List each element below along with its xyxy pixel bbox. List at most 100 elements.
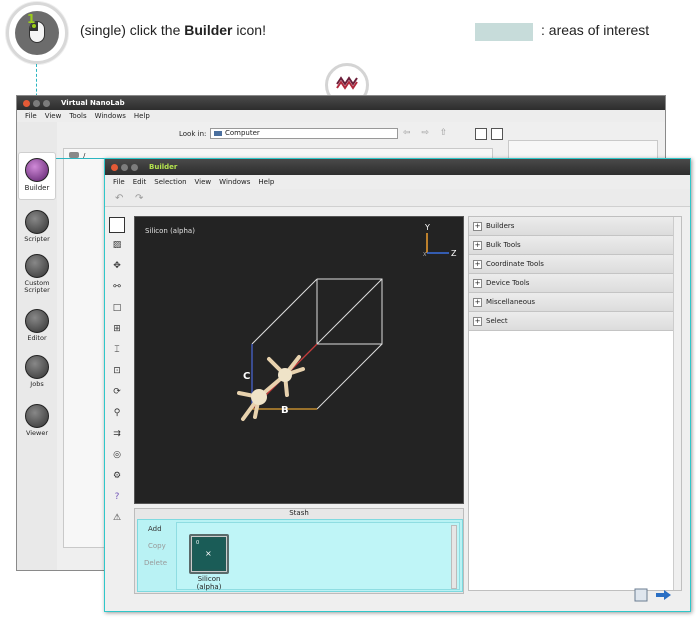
- step-badge-inner: [15, 11, 59, 55]
- cell-icon[interactable]: □: [109, 300, 125, 316]
- scripter-icon: [25, 210, 49, 234]
- main-window-title: Virtual NanoLab: [61, 99, 125, 107]
- panel-device-tools[interactable]: Device Tools: [469, 274, 681, 293]
- close-icon[interactable]: [23, 99, 30, 107]
- panel-coordinate-tools[interactable]: Coordinate Tools: [469, 255, 681, 274]
- stash-item-label-line1: Silicon: [197, 575, 221, 583]
- sidebar-item-jobs[interactable]: Jobs: [17, 355, 57, 388]
- sidebar-item-label: Editor: [27, 334, 47, 342]
- send-arrow-icon[interactable]: [656, 590, 671, 600]
- stash-delete-button[interactable]: Delete: [144, 559, 167, 567]
- list-view-icon[interactable]: [491, 128, 503, 140]
- builder-menubar: File Edit Selection View Windows Help: [105, 175, 690, 189]
- stash-panel: Stash Add Copy Delete 0 × Silicon (alpha…: [134, 508, 464, 594]
- sidebar-item-custom-scripter[interactable]: Custom Scripter: [17, 254, 57, 294]
- atom-si-2: [278, 368, 292, 382]
- sidebar-item-label: Custom Scripter: [24, 279, 50, 294]
- help-icon[interactable]: ?: [109, 489, 125, 505]
- sidebar-item-label: Scripter: [24, 235, 50, 243]
- rotate-icon[interactable]: ⟳: [109, 384, 125, 400]
- stash-title: Stash: [289, 509, 309, 517]
- menu-view[interactable]: View: [195, 178, 212, 186]
- sidebar-item-label: Jobs: [30, 380, 44, 388]
- atom-icon[interactable]: ⊡: [109, 363, 125, 379]
- select-box-icon[interactable]: [109, 217, 125, 233]
- nav-buttons[interactable]: ⇦ ⇨ ⇧: [403, 128, 451, 138]
- jobs-icon: [25, 355, 49, 379]
- stash-thumbnail: 0 ×: [194, 539, 224, 569]
- crystal-structure-view: Y Z X C B: [237, 223, 457, 421]
- menu-help[interactable]: Help: [134, 112, 150, 120]
- sidebar-item-builder[interactable]: Builder: [18, 152, 56, 200]
- legend-text: : areas of interest: [541, 22, 650, 38]
- look-in-label: Look in:: [179, 130, 207, 138]
- menu-windows[interactable]: Windows: [219, 178, 250, 186]
- instruction-prefix: (single) click the: [80, 22, 185, 38]
- sidebar-item-viewer[interactable]: Viewer: [17, 404, 57, 437]
- menu-edit[interactable]: Edit: [133, 178, 147, 186]
- tools-panel-scrollbar[interactable]: [673, 217, 681, 590]
- close-icon[interactable]: [111, 163, 118, 171]
- stash-item-index: 0: [196, 540, 200, 546]
- align-icon[interactable]: ⊞: [109, 321, 125, 337]
- bucket-icon[interactable]: ◎: [109, 447, 125, 463]
- sidebar-item-editor[interactable]: Editor: [17, 309, 57, 342]
- menu-windows[interactable]: Windows: [95, 112, 126, 120]
- menu-file[interactable]: File: [113, 178, 125, 186]
- bonds: [237, 355, 305, 421]
- stash-scrollbar[interactable]: [451, 525, 457, 589]
- stash-copy-button[interactable]: Copy: [148, 542, 166, 550]
- save-icon[interactable]: [634, 588, 648, 602]
- c-label: C: [243, 371, 250, 382]
- molecule-thumbnail-icon: ×: [205, 549, 212, 558]
- quantumatk-logo-icon: [336, 76, 358, 90]
- builder-title: Builder: [149, 163, 178, 171]
- menu-view[interactable]: View: [45, 112, 62, 120]
- instruction-suffix: icon!: [232, 22, 266, 38]
- legend-swatch: [475, 23, 533, 41]
- menu-selection[interactable]: Selection: [154, 178, 186, 186]
- redo-icon[interactable]: ↷: [135, 193, 143, 204]
- stash-add-button[interactable]: Add: [148, 525, 162, 533]
- menu-help[interactable]: Help: [258, 178, 274, 186]
- axes-icon[interactable]: ⚠: [109, 510, 125, 526]
- move-icon[interactable]: ✥: [109, 258, 125, 274]
- menu-tools[interactable]: Tools: [69, 112, 86, 120]
- bond-icon[interactable]: ⚯: [109, 279, 125, 295]
- panel-bulk-tools[interactable]: Bulk Tools: [469, 236, 681, 255]
- stash-item-silicon[interactable]: 0 ×: [189, 534, 229, 574]
- stash-item-label: Silicon (alpha): [185, 575, 233, 591]
- stash-list: 0 × Silicon (alpha): [176, 522, 460, 591]
- settings-icon[interactable]: ⚙: [109, 468, 125, 484]
- maximize-icon[interactable]: [131, 163, 138, 171]
- custom-scripter-icon: [25, 254, 49, 278]
- maximize-icon[interactable]: [43, 99, 50, 107]
- panel-miscellaneous[interactable]: Miscellaneous: [469, 293, 681, 312]
- instruction-text: (single) click the Builder icon!: [80, 22, 266, 38]
- structure-viewport[interactable]: Silicon (alpha) Y Z X C B: [134, 216, 464, 504]
- undo-icon[interactable]: ↶: [115, 193, 123, 204]
- builder-titlebar: Builder: [105, 159, 690, 175]
- menu-file[interactable]: File: [25, 112, 37, 120]
- lasso-icon[interactable]: ▨: [109, 237, 125, 253]
- sidebar-item-scripter[interactable]: Scripter: [17, 210, 57, 243]
- z-axis-label: Z: [451, 249, 457, 258]
- grid-view-icon[interactable]: [475, 128, 487, 140]
- status-icons: [634, 588, 674, 604]
- measure-icon[interactable]: ⌶: [109, 342, 125, 358]
- minimize-icon[interactable]: [33, 99, 40, 107]
- atom-si-1: [251, 389, 267, 405]
- panel-select[interactable]: Select: [469, 312, 681, 331]
- minimize-icon[interactable]: [121, 163, 128, 171]
- main-menubar: File View Tools Windows Help: [17, 110, 665, 122]
- molecule-icon[interactable]: ⚲: [109, 405, 125, 421]
- transfer-icon[interactable]: ⇉: [109, 426, 125, 442]
- sidebar-item-label: Viewer: [25, 429, 49, 437]
- editor-icon: [25, 309, 49, 333]
- step-badge: 1: [6, 2, 68, 64]
- builder-window: Builder File Edit Selection View Windows…: [104, 158, 691, 612]
- panel-builders[interactable]: Builders: [469, 217, 681, 236]
- viewer-icon: [25, 404, 49, 428]
- main-sidebar: Builder Scripter Custom Scripter Editor …: [17, 122, 57, 570]
- look-in-select[interactable]: Computer: [210, 128, 398, 139]
